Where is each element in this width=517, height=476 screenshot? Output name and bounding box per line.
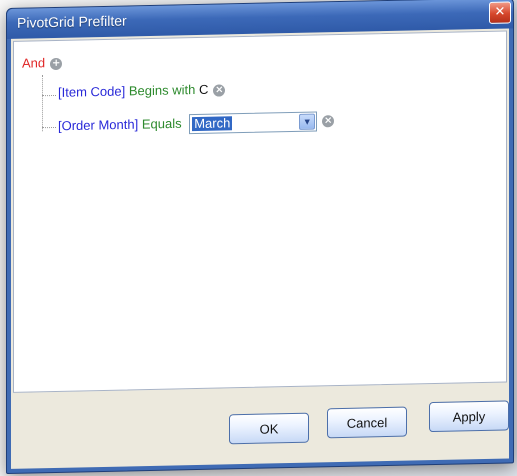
group-node: And + <box>22 55 63 71</box>
tree-connector <box>42 126 56 129</box>
condition-field[interactable]: [Item Code] <box>58 84 125 100</box>
value-dropdown-text[interactable]: March <box>192 115 233 132</box>
chevron-down-icon[interactable]: ▼ <box>299 113 316 130</box>
remove-condition-icon[interactable]: × <box>213 83 226 97</box>
ok-button[interactable]: OK <box>229 412 309 445</box>
dialog-body: And + [Item Code] Begins with C × [Order M… <box>11 28 509 469</box>
tree-connector <box>42 75 43 132</box>
group-operator[interactable]: And <box>22 55 45 70</box>
tree-connector <box>42 94 56 97</box>
condition-row: [Item Code] Begins with C × <box>58 81 226 100</box>
value-dropdown[interactable]: March ▼ <box>189 111 318 135</box>
apply-button[interactable]: Apply <box>429 400 509 433</box>
remove-condition-icon[interactable]: × <box>322 115 335 128</box>
close-button[interactable]: ✕ <box>489 1 511 24</box>
condition-row: [Order Month] Equals March ▼ × <box>58 111 335 137</box>
add-condition-icon[interactable]: + <box>50 57 63 70</box>
cancel-button[interactable]: Cancel <box>327 406 407 439</box>
condition-value[interactable]: C <box>199 82 208 97</box>
condition-field[interactable]: [Order Month] <box>58 117 138 134</box>
window-title: PivotGrid Prefilter <box>17 12 127 31</box>
button-bar: OK Cancel Apply <box>11 384 509 468</box>
condition-operation[interactable]: Equals <box>142 116 182 132</box>
condition-operation[interactable]: Begins with <box>129 82 195 98</box>
prefilter-dialog: PivotGrid Prefilter ✕ And + [Item Code] B… <box>6 0 514 474</box>
filter-editor[interactable]: And + [Item Code] Begins with C × [Order M… <box>13 30 507 393</box>
